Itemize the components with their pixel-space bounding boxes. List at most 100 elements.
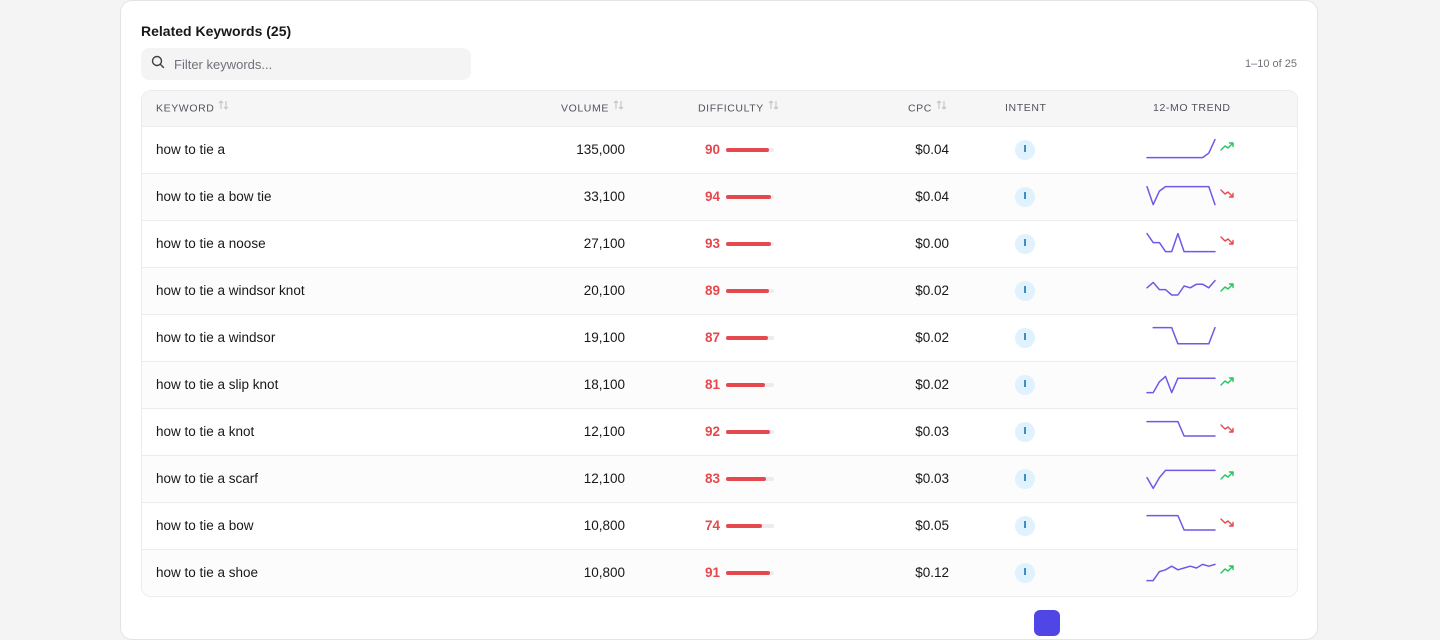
difficulty-bar: [726, 383, 774, 387]
column-header-label: KEYWORD: [156, 102, 215, 115]
table-row[interactable]: how to tie a knot 12,100 92 $0.03 I: [142, 409, 1297, 456]
cpc-cell: $0.02: [915, 330, 949, 345]
difficulty-bar: [726, 289, 774, 293]
intent-badge: I: [1015, 469, 1035, 489]
table-row[interactable]: how to tie a bow tie 33,100 94 $0.04 I: [142, 174, 1297, 221]
card-title: Related Keywords (25): [141, 23, 292, 39]
intent-badge: I: [1015, 516, 1035, 536]
cpc-cell: $0.12: [915, 565, 949, 580]
difficulty-value: 74: [704, 518, 720, 533]
search-box[interactable]: [141, 48, 471, 80]
difficulty-bar: [726, 430, 774, 434]
trend-up-icon: [1220, 377, 1234, 386]
intent-badge: I: [1015, 187, 1035, 207]
difficulty-bar-fill: [726, 524, 762, 528]
table-header: KEYWORD VOLUME DIFFICULTY CPC INTENT 12-…: [142, 91, 1297, 127]
trend-sparkline: [1146, 469, 1216, 490]
trend-sparkline: [1146, 420, 1216, 437]
column-header-label: DIFFICULTY: [698, 102, 764, 115]
volume-cell: 20,100: [583, 283, 625, 298]
sort-icon: [768, 91, 779, 126]
trend-sparkline: [1152, 326, 1216, 345]
difficulty-bar-fill: [726, 571, 770, 575]
column-header-keyword[interactable]: KEYWORD: [156, 91, 229, 126]
difficulty-value: 93: [704, 236, 720, 251]
keyword-cell[interactable]: how to tie a knot: [156, 409, 254, 455]
difficulty-bar: [726, 524, 774, 528]
column-header-label: VOLUME: [561, 102, 609, 115]
keywords-table: KEYWORD VOLUME DIFFICULTY CPC INTENT 12-…: [141, 90, 1298, 597]
column-header-difficulty[interactable]: DIFFICULTY: [698, 91, 779, 126]
trend-up-icon: [1220, 142, 1234, 151]
sort-icon: [936, 91, 947, 126]
keyword-cell[interactable]: how to tie a noose: [156, 221, 266, 267]
pagination-range: 1–10 of 25: [1245, 58, 1297, 70]
trend-down-icon: [1220, 236, 1234, 245]
trend-sparkline: [1146, 514, 1216, 531]
cpc-cell: $0.02: [915, 283, 949, 298]
volume-cell: 10,800: [583, 518, 625, 533]
pagination-page-1-button[interactable]: [1034, 610, 1060, 636]
cpc-cell: $0.04: [915, 142, 949, 157]
table-row[interactable]: how to tie a 135,000 90 $0.04 I: [142, 127, 1297, 174]
difficulty-bar-fill: [726, 430, 771, 434]
keyword-cell[interactable]: how to tie a slip knot: [156, 362, 278, 408]
column-header-volume[interactable]: VOLUME: [561, 91, 624, 126]
column-header-trend: 12-MO TREND: [1153, 102, 1231, 114]
cpc-cell: $0.04: [915, 189, 949, 204]
volume-cell: 10,800: [583, 565, 625, 580]
difficulty-value: 90: [704, 142, 720, 157]
intent-badge: I: [1015, 328, 1035, 348]
difficulty-value: 87: [704, 330, 720, 345]
difficulty-bar-fill: [726, 242, 771, 246]
volume-cell: 135,000: [576, 142, 625, 157]
keyword-cell[interactable]: how to tie a: [156, 127, 225, 173]
difficulty-bar-fill: [726, 148, 770, 152]
difficulty-value: 89: [704, 283, 720, 298]
cpc-cell: $0.00: [915, 236, 949, 251]
volume-cell: 27,100: [583, 236, 625, 251]
difficulty-value: 91: [704, 565, 720, 580]
keyword-cell[interactable]: how to tie a scarf: [156, 456, 258, 502]
table-row[interactable]: how to tie a scarf 12,100 83 $0.03 I: [142, 456, 1297, 503]
difficulty-value: 81: [704, 377, 720, 392]
difficulty-bar: [726, 571, 774, 575]
trend-sparkline: [1146, 138, 1216, 159]
intent-badge: I: [1015, 140, 1035, 160]
trend-down-icon: [1220, 189, 1234, 198]
table-row[interactable]: how to tie a noose 27,100 93 $0.00 I: [142, 221, 1297, 268]
intent-badge: I: [1015, 375, 1035, 395]
keyword-cell[interactable]: how to tie a shoe: [156, 550, 258, 596]
table-row[interactable]: how to tie a shoe 10,800 91 $0.12 I: [142, 550, 1297, 596]
keyword-cell[interactable]: how to tie a windsor knot: [156, 268, 305, 314]
trend-sparkline: [1146, 375, 1216, 394]
trend-sparkline: [1146, 279, 1216, 296]
difficulty-value: 94: [704, 189, 720, 204]
table-row[interactable]: how to tie a bow 10,800 74 $0.05 I: [142, 503, 1297, 550]
difficulty-bar: [726, 336, 774, 340]
difficulty-bar-fill: [726, 289, 769, 293]
volume-cell: 33,100: [583, 189, 625, 204]
trend-sparkline: [1146, 563, 1216, 582]
table-row[interactable]: how to tie a slip knot 18,100 81 $0.02 I: [142, 362, 1297, 409]
keyword-cell[interactable]: how to tie a bow: [156, 503, 254, 549]
table-row[interactable]: how to tie a windsor 19,100 87 $0.02 I: [142, 315, 1297, 362]
intent-badge: I: [1015, 281, 1035, 301]
keyword-cell[interactable]: how to tie a bow tie: [156, 174, 272, 220]
intent-badge: I: [1015, 422, 1035, 442]
cpc-cell: $0.03: [915, 471, 949, 486]
keyword-filter-input[interactable]: [172, 55, 466, 73]
volume-cell: 12,100: [583, 424, 625, 439]
trend-down-icon: [1220, 424, 1234, 433]
keyword-cell[interactable]: how to tie a windsor: [156, 315, 275, 361]
search-icon: [151, 55, 165, 74]
column-header-cpc[interactable]: CPC: [908, 91, 947, 126]
volume-cell: 19,100: [583, 330, 625, 345]
column-header-intent: INTENT: [1005, 102, 1047, 114]
difficulty-bar-fill: [726, 383, 765, 387]
volume-cell: 18,100: [583, 377, 625, 392]
cpc-cell: $0.03: [915, 424, 949, 439]
table-row[interactable]: how to tie a windsor knot 20,100 89 $0.02 I: [142, 268, 1297, 315]
trend-up-icon: [1220, 565, 1234, 574]
difficulty-bar: [726, 477, 774, 481]
